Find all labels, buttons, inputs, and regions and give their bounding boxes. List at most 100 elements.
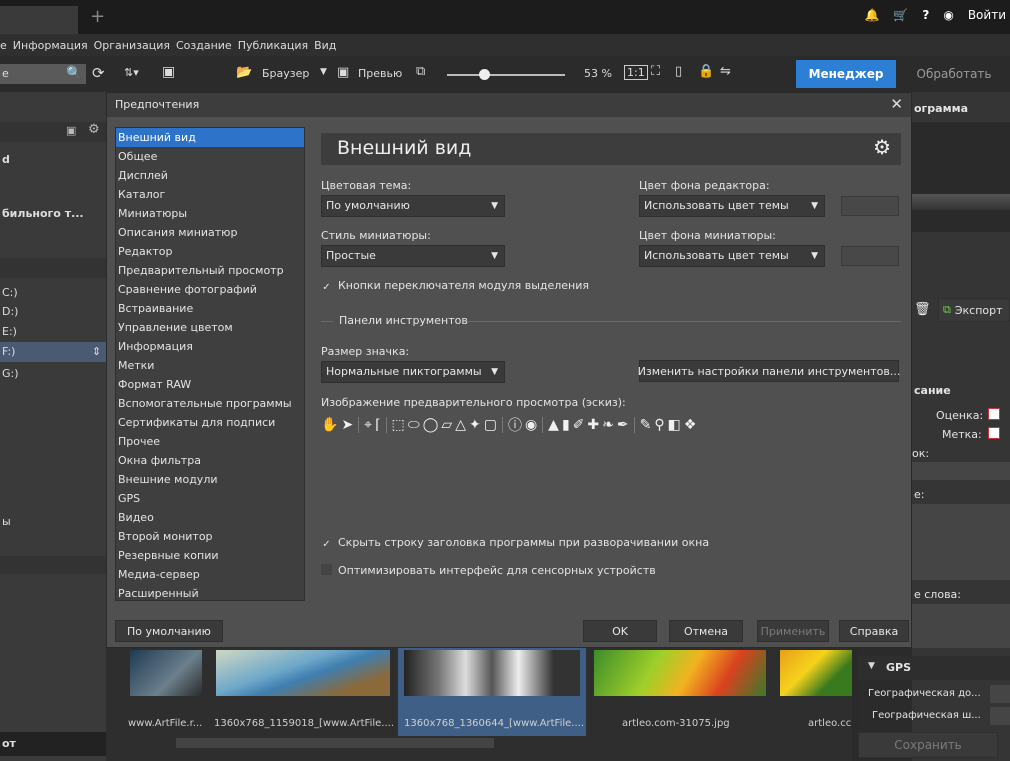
thumb-bg-select[interactable]: Использовать цвет темы ▼ [639, 245, 825, 267]
thumbnail[interactable] [594, 650, 766, 696]
category-item[interactable]: Встраивание [116, 299, 304, 318]
drive-f-row[interactable]: F:) ⇕ [0, 342, 106, 362]
browser-mode-label[interactable]: Браузер [262, 67, 309, 80]
new-tab-plus-icon[interactable]: + [90, 6, 105, 27]
left-panel-row[interactable]: d [0, 150, 106, 170]
drive-d-row[interactable]: D:) [0, 302, 106, 322]
category-item[interactable]: Каталог [116, 185, 304, 204]
category-item[interactable]: Сравнение фотографий [116, 280, 304, 299]
category-item[interactable]: Окна фильтра [116, 451, 304, 470]
thumb-bg-swatch[interactable] [841, 246, 899, 266]
menu-item-publish[interactable]: Публикация [238, 39, 308, 52]
hide-title-checkbox[interactable]: ✓ Скрыть строку заголовка программы при р… [321, 536, 709, 550]
new-folder-icon[interactable]: ▣ [162, 64, 175, 80]
label-box[interactable] [988, 427, 1000, 439]
gps-section-header[interactable]: ▼ GPS [858, 656, 1010, 680]
search-icon[interactable]: 🔍 [66, 66, 82, 81]
category-item[interactable]: Видео [116, 508, 304, 527]
help-icon[interactable]: ? [922, 8, 929, 22]
gps-latitude-input[interactable] [990, 707, 1010, 725]
category-item[interactable]: Управление цветом [116, 318, 304, 337]
category-item[interactable]: Формат RAW [116, 375, 304, 394]
expand-updown-icon[interactable]: ⇕ [92, 342, 101, 362]
compare-icon[interactable]: ⇋ [720, 64, 731, 79]
refresh-icon[interactable]: ⟳ [92, 64, 105, 82]
user-icon[interactable]: ◉ [943, 8, 953, 22]
gear-icon[interactable]: ⚙ [88, 122, 100, 137]
icon-size-select[interactable]: Нормальные пиктограммы ▼ [321, 361, 505, 383]
touch-optimize-checkbox[interactable]: Оптимизировать интерфейс для сенсорных у… [321, 564, 656, 577]
category-item[interactable]: Внешний вид [116, 128, 304, 147]
category-item[interactable]: Расширенный [116, 584, 304, 603]
sort-icon[interactable]: ⇅▾ [124, 66, 139, 79]
login-link[interactable]: Войти [968, 8, 1006, 22]
export-button[interactable]: ⧉ Экспорт [938, 298, 1010, 322]
color-theme-select[interactable]: По умолчанию ▼ [321, 195, 505, 217]
thumbnail[interactable] [130, 650, 202, 696]
category-item[interactable]: Медиа-сервер [116, 565, 304, 584]
drive-g-row[interactable]: G:) [0, 364, 106, 384]
external-open-icon[interactable]: ⧉ [416, 64, 425, 79]
category-item[interactable]: Сертификаты для подписи [116, 413, 304, 432]
editor-bg-swatch[interactable] [841, 196, 899, 216]
default-button[interactable]: По умолчанию [115, 620, 223, 642]
category-item[interactable]: Резервные копии [116, 546, 304, 565]
drive-e-row[interactable]: E:) [0, 322, 106, 342]
preview-mode-label[interactable]: Превью [358, 67, 402, 80]
manager-button[interactable]: Менеджер [796, 60, 896, 88]
cancel-button[interactable]: Отмена [669, 620, 743, 642]
drive-c-row[interactable]: C:) [0, 283, 106, 303]
category-item[interactable]: Предварительный просмотр [116, 261, 304, 280]
add-folder-icon[interactable]: ▣ [66, 124, 76, 137]
thumb-style-select[interactable]: Простые ▼ [321, 245, 505, 267]
category-item[interactable]: GPS [116, 489, 304, 508]
field-input[interactable] [912, 462, 1010, 480]
description-textarea[interactable] [912, 504, 1010, 580]
ok-button[interactable]: OK [583, 620, 657, 642]
category-item[interactable]: Метки [116, 356, 304, 375]
menu-item-organize[interactable]: Организация [94, 39, 170, 52]
keywords-input[interactable] [912, 604, 1010, 648]
selection-switch-checkbox[interactable]: ✓ Кнопки переключателя модуля выделения [321, 279, 589, 293]
category-item[interactable]: Общее [116, 147, 304, 166]
browser-dropdown-icon[interactable]: ▼ [320, 67, 327, 77]
menu-item-view[interactable]: Вид [314, 39, 336, 52]
lock-icon[interactable]: 🔒 [698, 64, 714, 79]
category-item[interactable]: Информация [116, 337, 304, 356]
category-item[interactable]: Вспомогательные программы [116, 394, 304, 413]
category-item[interactable]: Описания миниатюр [116, 223, 304, 242]
category-item[interactable]: Внешние модули [116, 470, 304, 489]
menu-item-file[interactable]: е [0, 39, 7, 52]
editor-bg-select[interactable]: Использовать цвет темы ▼ [639, 195, 825, 217]
process-button[interactable]: Обработать [904, 60, 1004, 88]
rating-box[interactable] [988, 408, 1000, 420]
left-panel-bottom-row[interactable]: от [0, 732, 106, 756]
change-toolbar-button[interactable]: Изменить настройки панели инструментов..… [638, 360, 900, 382]
category-item[interactable]: Прочее [116, 432, 304, 451]
category-item[interactable]: Дисплей [116, 166, 304, 185]
cart-icon[interactable]: 🛒 [893, 8, 908, 22]
trash-icon[interactable]: 🗑 [914, 302, 931, 317]
left-panel-row[interactable]: ы [0, 512, 106, 532]
help-button[interactable]: Справка [839, 620, 909, 642]
gps-longitude-input[interactable] [990, 685, 1010, 703]
category-item[interactable]: Миниатюры [116, 204, 304, 223]
thumbnail[interactable] [780, 650, 852, 696]
filmstrip-scrollbar[interactable] [176, 738, 494, 748]
category-item[interactable]: Второй монитор [116, 527, 304, 546]
save-button[interactable]: Сохранить [858, 732, 998, 758]
apply-button[interactable]: Применить [757, 620, 829, 642]
category-item[interactable]: Редактор [116, 242, 304, 261]
thumbnail[interactable] [216, 650, 390, 696]
menu-item-info[interactable]: Информация [13, 39, 88, 52]
gear-icon[interactable]: ⚙ [873, 135, 891, 159]
fit-screen-icon[interactable]: ⛶ [651, 64, 660, 79]
document-tab[interactable] [0, 6, 78, 34]
left-panel-row[interactable]: бильного т... [0, 204, 106, 224]
zoom-slider-knob[interactable] [479, 69, 490, 80]
menu-item-create[interactable]: Создание [176, 39, 232, 52]
zoom-slider-track[interactable] [447, 74, 565, 76]
fit-width-icon[interactable]: ▯ [675, 64, 682, 79]
actual-size-icon[interactable]: 1:1 [624, 65, 648, 80]
thumbnail-selected[interactable] [404, 650, 580, 696]
